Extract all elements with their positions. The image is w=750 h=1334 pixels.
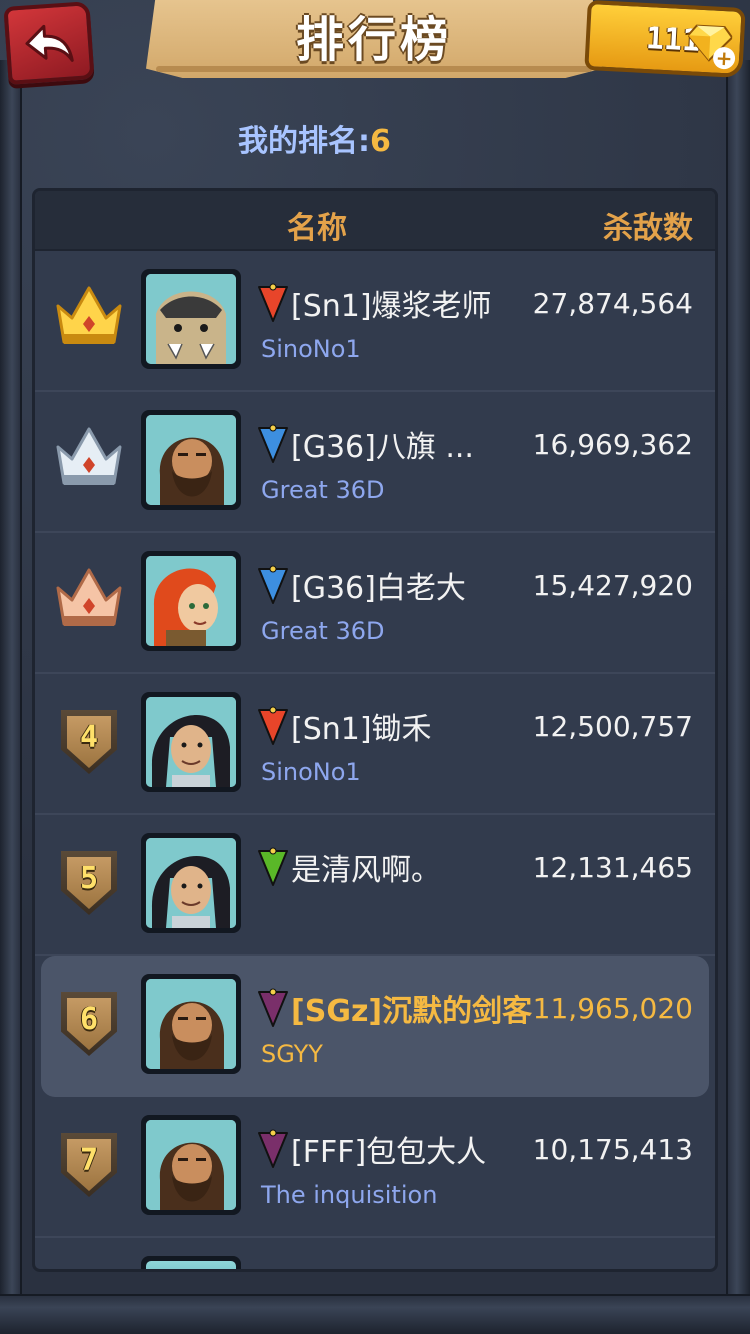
rank-shield-icon: 6	[61, 992, 117, 1056]
column-header-name: 名称	[287, 211, 347, 246]
rank-shield-icon: 7	[61, 1133, 117, 1197]
kill-count: 10,175,413	[532, 1133, 693, 1166]
rank-badge	[53, 565, 125, 637]
rank-shield-icon: 4	[61, 710, 117, 774]
guild-name: SGYY	[261, 1040, 323, 1068]
rank-shield-icon: 5	[61, 851, 117, 915]
frame-border-left	[0, 60, 22, 1334]
kill-count: 12,131,465	[532, 851, 693, 884]
leaderboard-row[interactable]: [G36]白老大 Great 36D 15,427,920	[35, 533, 715, 674]
team-flag-icon	[258, 283, 288, 322]
rank-badge: 5	[53, 847, 125, 919]
rank-crown	[54, 425, 124, 495]
leaderboard-row[interactable]: [G36]八旗 ... Great 36D 16,969,362	[35, 392, 715, 533]
kill-count: 16,969,362	[532, 428, 693, 461]
leaderboard-list[interactable]: [Sn1]爆浆老师 SinoNo1 27,874,564 [G36]八旗 ... Gre…	[35, 251, 715, 1269]
rank-number: 7	[67, 1139, 111, 1191]
column-header-kills: 杀敌数	[603, 211, 693, 246]
player-name: 是清风啊。	[291, 853, 441, 888]
leaderboard-panel[interactable]: 名称 杀敌数 [Sn1]爆浆老师 SinoNo1 27,874,564 [G36]八旗…	[32, 188, 718, 1272]
team-flag-icon	[258, 424, 288, 463]
frame-border-bottom	[0, 1294, 750, 1334]
my-rank-label: 我的排名:	[238, 124, 370, 159]
back-arrow-icon	[25, 24, 74, 62]
team-flag-icon	[258, 565, 288, 604]
guild-name: Great 36D	[261, 476, 385, 504]
bronze-crown-icon	[56, 568, 122, 626]
add-gems-button[interactable]: +	[712, 46, 736, 71]
title-banner: 排行榜	[146, 0, 602, 78]
leaderboard-row[interactable]: 7 [FFF]包包大人 The inquisition 10,175,413	[35, 1097, 715, 1238]
leaderboard-row[interactable]: [Sn1]爆浆老师 SinoNo1 27,874,564	[35, 251, 715, 392]
player-name: [SGz]沉默的剑客	[291, 994, 533, 1029]
player-name: [Sn1]爆浆老师	[291, 289, 492, 324]
rank-badge	[53, 424, 125, 496]
my-rank-value: 6	[370, 124, 391, 159]
guild-name: Great 36D	[261, 617, 385, 645]
bearded-warrior-portrait	[146, 979, 236, 1069]
leaderboard-row[interactable]: 5 是清风啊。 12,131,465	[35, 815, 715, 956]
rank-number: 4	[67, 716, 111, 768]
kill-count: 15,427,920	[532, 569, 693, 602]
rank-crown	[54, 566, 124, 636]
bearded-warrior-portrait	[146, 415, 236, 505]
guild-name: SinoNo1	[261, 758, 361, 786]
leaderboard-row-partial[interactable]	[35, 1238, 715, 1269]
player-avatar[interactable]	[141, 692, 241, 792]
player-avatar[interactable]	[141, 833, 241, 933]
rank-badge: 4	[53, 706, 125, 778]
player-name: [G36]八旗 ...	[291, 430, 474, 465]
rank-badge: 7	[53, 1129, 125, 1201]
leaderboard-row-self[interactable]: 6 [SGz]沉默的剑客 SGYY 11,965,020	[41, 956, 709, 1097]
guild-name: The inquisition	[261, 1181, 438, 1209]
guild-name: SinoNo1	[261, 335, 361, 363]
player-name: [G36]白老大	[291, 571, 466, 606]
dark-haired-hero-portrait	[146, 838, 236, 928]
page-title: 排行榜	[295, 12, 452, 68]
back-button[interactable]	[3, 1, 95, 85]
kill-count: 12,500,757	[532, 710, 693, 743]
player-avatar[interactable]	[141, 974, 241, 1074]
team-flag-icon	[258, 706, 288, 745]
frame-border-right	[726, 60, 750, 1334]
gold-crown-icon	[56, 286, 122, 344]
my-rank: 我的排名:6	[238, 116, 391, 160]
armored-beast-portrait	[146, 274, 236, 364]
kill-count: 11,965,020	[532, 992, 693, 1025]
player-avatar[interactable]	[141, 1115, 241, 1215]
player-avatar[interactable]	[141, 410, 241, 510]
kill-count: 27,874,564	[532, 287, 693, 320]
bearded-warrior-portrait	[146, 1120, 236, 1210]
red-haired-woman-portrait	[146, 556, 236, 646]
dark-haired-hero-portrait	[146, 697, 236, 787]
rank-number: 5	[67, 857, 111, 909]
table-header: 名称 杀敌数	[35, 191, 715, 251]
rank-number: 6	[67, 998, 111, 1050]
team-flag-icon	[258, 1129, 288, 1168]
rank-crown	[54, 284, 124, 354]
silver-crown-icon	[56, 427, 122, 485]
rank-badge	[53, 283, 125, 355]
gem-counter[interactable]: 1119 +	[584, 0, 746, 79]
team-flag-icon	[258, 988, 288, 1027]
portrait	[146, 1261, 236, 1269]
team-flag-icon	[258, 847, 288, 886]
player-avatar[interactable]	[141, 269, 241, 369]
player-name: [Sn1]锄禾	[291, 712, 432, 747]
player-avatar[interactable]	[141, 551, 241, 651]
player-avatar[interactable]	[141, 1256, 241, 1269]
player-name: [FFF]包包大人	[291, 1135, 487, 1170]
rank-badge: 6	[53, 988, 125, 1060]
leaderboard-row[interactable]: 4 [Sn1]锄禾 SinoNo1 12,500,757	[35, 674, 715, 815]
